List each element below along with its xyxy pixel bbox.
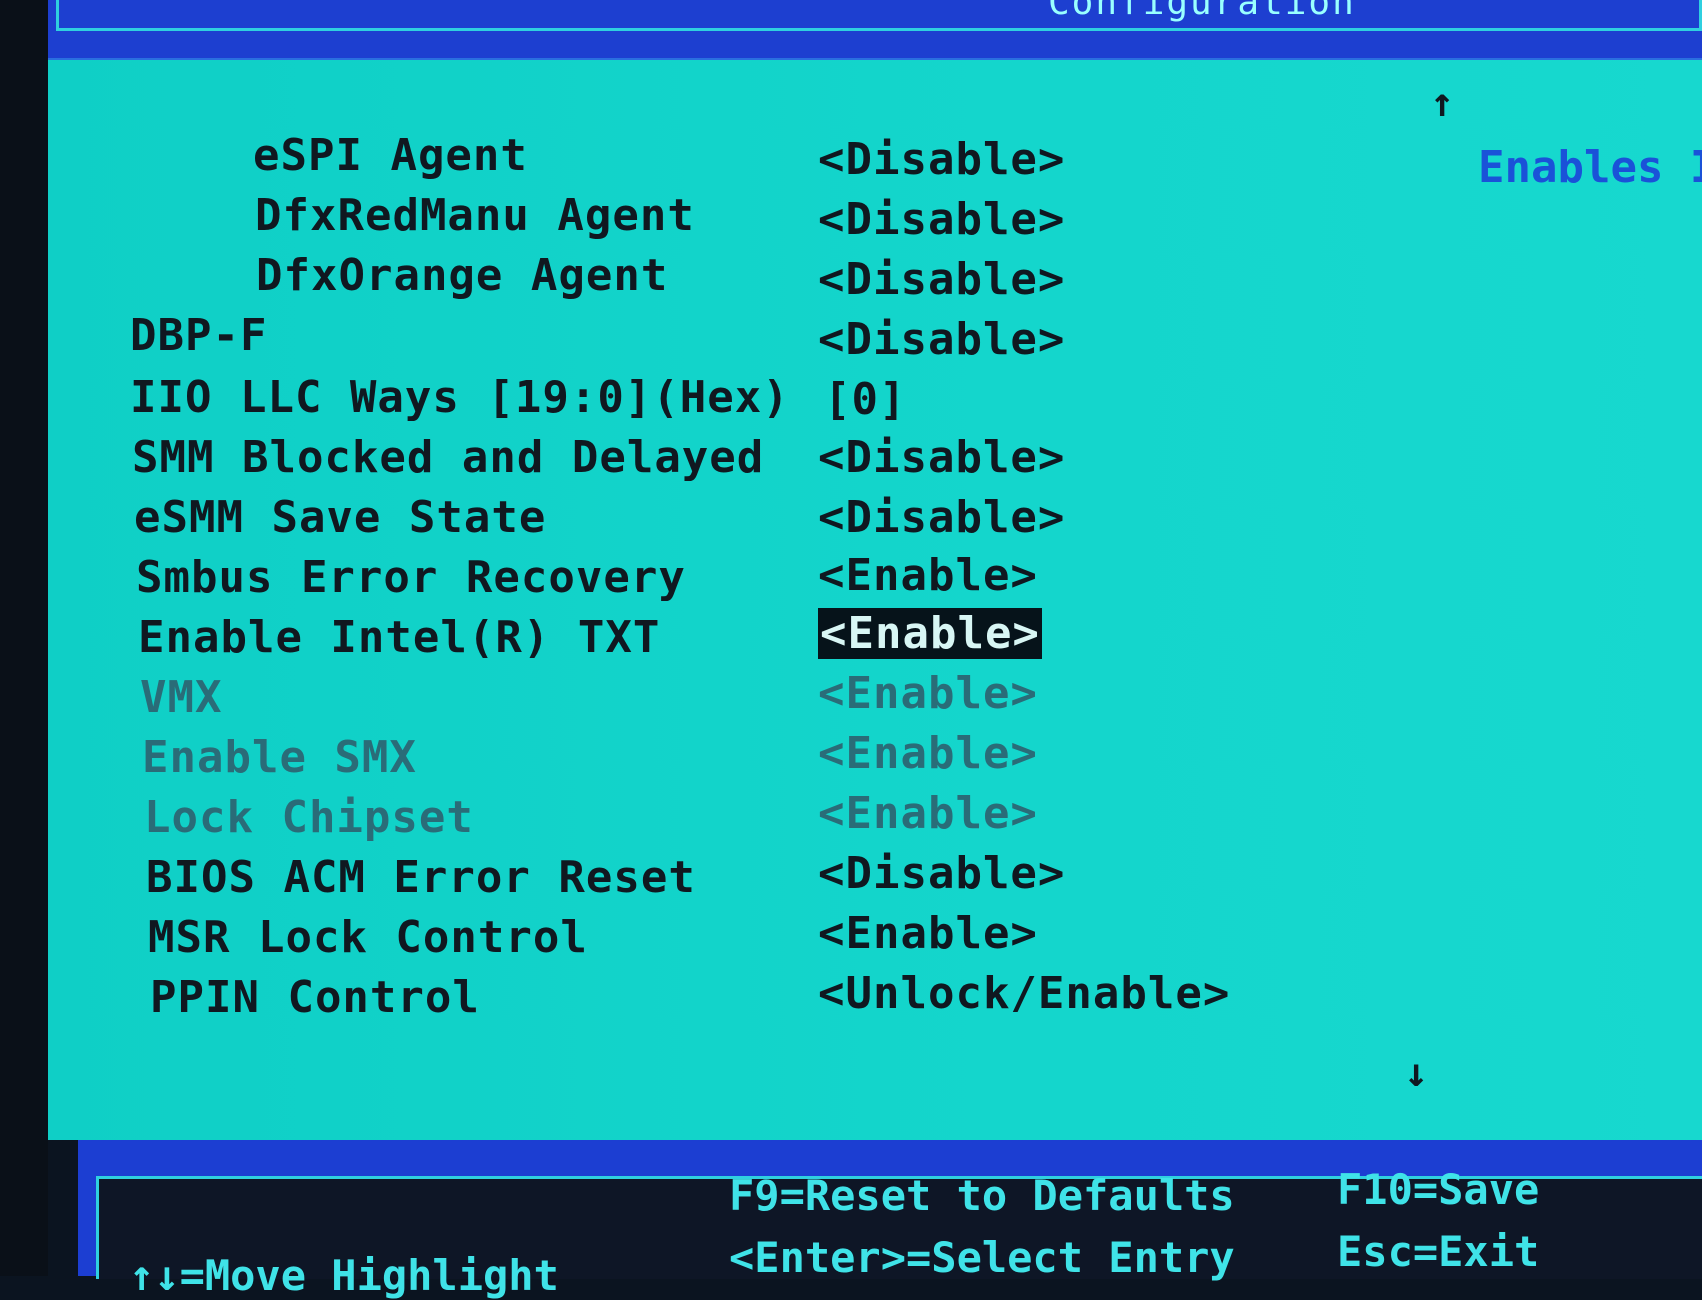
setting-value[interactable]: <Disable> xyxy=(818,314,1065,365)
setting-value-enable-smx: <Enable> xyxy=(818,728,1038,780)
setting-value-espi-agent[interactable]: <Disable> xyxy=(818,134,1065,186)
setting-value-esmm-save-state[interactable]: <Disable> xyxy=(818,492,1065,544)
setting-row-smbus-error-recovery[interactable]: Smbus Error Recovery xyxy=(136,552,686,604)
setting-value-enable-intel-txt[interactable]: <Enable> xyxy=(818,608,1042,660)
setting-label: eSMM Save State xyxy=(134,492,547,543)
setting-row-smm-blocked-delayed[interactable]: SMM Blocked and Delayed xyxy=(132,432,764,484)
setting-value[interactable]: [0] xyxy=(824,374,906,425)
help-text: Enables In xyxy=(1478,142,1702,193)
setting-value-selected[interactable]: <Enable> xyxy=(818,608,1042,659)
setting-value: <Enable> xyxy=(818,788,1038,839)
setting-value: <Enable> xyxy=(818,728,1038,779)
setting-value-dfxredmanu-agent[interactable]: <Disable> xyxy=(818,194,1065,246)
setting-value[interactable]: <Disable> xyxy=(818,848,1065,899)
setting-label: Smbus Error Recovery xyxy=(136,552,686,603)
setting-label: Enable SMX xyxy=(142,732,417,783)
key-legend-frame: F9=Reset to Defaults F10=Save <Enter>=Se… xyxy=(96,1165,1702,1300)
setting-row-enable-intel-txt[interactable]: Enable Intel(R) TXT xyxy=(138,612,660,664)
setting-label: DfxRedManu Agent xyxy=(255,190,695,241)
f10-save-hint: F10=Save xyxy=(1337,1165,1540,1214)
setting-label: DfxOrange Agent xyxy=(256,250,669,301)
setting-row-dfxredmanu-agent[interactable]: DfxRedManu Agent xyxy=(255,190,695,242)
setting-value-smm-blocked-delayed[interactable]: <Disable> xyxy=(818,432,1065,484)
setting-label: Enable Intel(R) TXT xyxy=(138,612,661,663)
scroll-down-icon[interactable]: ↓ xyxy=(1404,1050,1428,1096)
title-bar: Configuration xyxy=(48,0,1702,61)
page-title: Configuration xyxy=(1048,0,1356,23)
setting-label: PPIN Control xyxy=(150,972,480,1023)
title-frame xyxy=(56,0,1702,31)
scroll-up-icon[interactable]: ↑ xyxy=(1430,80,1454,126)
setting-label: MSR Lock Control xyxy=(148,912,588,963)
f9-reset-hint: F9=Reset to Defaults xyxy=(729,1171,1235,1220)
setting-row-lock-chipset: Lock Chipset xyxy=(144,792,474,844)
setting-value[interactable]: <Enable> xyxy=(818,550,1038,601)
setting-row-ppin-control[interactable]: PPIN Control xyxy=(150,972,480,1024)
setting-value-ppin-control[interactable]: <Unlock/Enable> xyxy=(818,968,1230,1020)
setting-label: VMX xyxy=(140,672,223,723)
setting-value-vmx: <Enable> xyxy=(818,668,1038,720)
setting-label: DBP-F xyxy=(130,310,268,361)
esc-exit-hint: Esc=Exit xyxy=(1337,1227,1540,1276)
setting-row-iio-llc-ways[interactable]: IIO LLC Ways [19:0](Hex) xyxy=(130,372,790,424)
setting-label: Lock Chipset xyxy=(144,792,474,843)
setting-value[interactable]: <Disable> xyxy=(818,432,1065,483)
setting-value[interactable]: <Disable> xyxy=(818,254,1065,305)
setting-value-lock-chipset: <Enable> xyxy=(818,788,1038,840)
setting-row-esmm-save-state[interactable]: eSMM Save State xyxy=(134,492,546,544)
setting-row-vmx: VMX xyxy=(140,672,222,724)
setting-row-dfxorange-agent[interactable]: DfxOrange Agent xyxy=(256,250,668,302)
setting-value[interactable]: <Disable> xyxy=(818,492,1065,543)
setting-value-iio-llc-ways[interactable]: [0] xyxy=(824,374,906,426)
setting-row-enable-smx: Enable SMX xyxy=(142,732,417,784)
screen-bezel xyxy=(0,0,48,1276)
setting-value[interactable]: <Enable> xyxy=(818,908,1038,959)
setting-label: BIOS ACM Error Reset xyxy=(146,852,696,903)
setting-label: IIO LLC Ways [19:0](Hex) xyxy=(130,372,790,423)
settings-panel: ↑ Enables In eSPI Agent <Disable> DfxRed… xyxy=(48,60,1702,1140)
setting-value-smbus-error-recovery[interactable]: <Enable> xyxy=(818,550,1038,602)
setting-value: <Enable> xyxy=(818,668,1038,719)
setting-label: eSPI Agent xyxy=(253,130,528,181)
setting-value-bios-acm-error-reset[interactable]: <Disable> xyxy=(818,848,1065,900)
setting-value-dbp-f[interactable]: <Disable> xyxy=(818,314,1065,366)
setting-value[interactable]: <Disable> xyxy=(818,134,1065,185)
setting-row-dbp-f[interactable]: DBP-F xyxy=(130,310,267,362)
setting-row-msr-lock-control[interactable]: MSR Lock Control xyxy=(148,912,588,964)
setting-row-espi-agent[interactable]: eSPI Agent xyxy=(253,130,528,182)
setting-value[interactable]: <Unlock/Enable> xyxy=(818,968,1230,1019)
setting-value-dfxorange-agent[interactable]: <Disable> xyxy=(818,254,1065,306)
enter-select-hint: <Enter>=Select Entry xyxy=(729,1233,1235,1282)
setting-row-bios-acm-error-reset[interactable]: BIOS ACM Error Reset xyxy=(146,852,696,904)
setting-value[interactable]: <Disable> xyxy=(818,194,1065,245)
setting-value-msr-lock-control[interactable]: <Enable> xyxy=(818,908,1038,960)
setting-label: SMM Blocked and Delayed xyxy=(132,432,765,483)
key-legend-bar: F9=Reset to Defaults F10=Save <Enter>=Se… xyxy=(78,1140,1702,1300)
